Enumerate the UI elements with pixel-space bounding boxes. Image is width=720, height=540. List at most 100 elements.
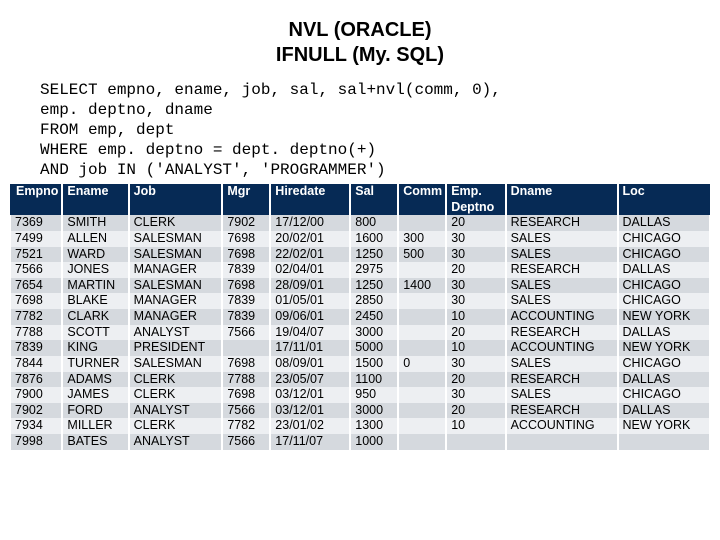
cell-sal: 3000 [350, 403, 398, 419]
cell-deptno: 10 [446, 309, 505, 325]
table-row: 7698BLAKEMANAGER783901/05/01285030SALESC… [11, 293, 709, 309]
cell-mgr: 7788 [222, 372, 270, 388]
cell-hiredate: 19/04/07 [270, 325, 350, 341]
cell-mgr: 7782 [222, 418, 270, 434]
cell-mgr: 7698 [222, 387, 270, 403]
cell-comm: 1400 [398, 278, 446, 294]
cell-mgr: 7839 [222, 262, 270, 278]
cell-sal: 2850 [350, 293, 398, 309]
cell-sal: 950 [350, 387, 398, 403]
cell-deptno: 20 [446, 262, 505, 278]
cell-dname: RESEARCH [506, 262, 618, 278]
cell-mgr: 7698 [222, 247, 270, 263]
cell-job: PRESIDENT [129, 340, 223, 356]
cell-comm [398, 215, 446, 231]
cell-dname: SALES [506, 247, 618, 263]
cell-ename: SCOTT [62, 325, 128, 341]
cell-dname: ACCOUNTING [506, 309, 618, 325]
cell-loc [618, 434, 709, 450]
cell-ename: ADAMS [62, 372, 128, 388]
cell-loc: CHICAGO [618, 247, 709, 263]
cell-sal: 3000 [350, 325, 398, 341]
cell-hiredate: 03/12/01 [270, 387, 350, 403]
cell-ename: MARTIN [62, 278, 128, 294]
slide-title: NVL (ORACLE) IFNULL (My. SQL) [0, 0, 720, 76]
table-row: 7499ALLENSALESMAN769820/02/01160030030SA… [11, 231, 709, 247]
col-dname: Dname [506, 184, 618, 215]
cell-loc: CHICAGO [618, 278, 709, 294]
table-header: Empno Ename Job Mgr Hiredate Sal Comm Em… [11, 184, 709, 215]
cell-sal: 1000 [350, 434, 398, 450]
cell-dname: RESEARCH [506, 215, 618, 231]
cell-job: MANAGER [129, 262, 223, 278]
cell-mgr: 7839 [222, 309, 270, 325]
cell-job: CLERK [129, 215, 223, 231]
cell-loc: DALLAS [618, 372, 709, 388]
cell-dname: RESEARCH [506, 325, 618, 341]
col-deptno: Emp. Deptno [446, 184, 505, 215]
cell-dname: SALES [506, 356, 618, 372]
cell-dname: SALES [506, 231, 618, 247]
cell-comm [398, 309, 446, 325]
cell-job: MANAGER [129, 309, 223, 325]
cell-comm [398, 293, 446, 309]
cell-loc: DALLAS [618, 215, 709, 231]
cell-hiredate: 08/09/01 [270, 356, 350, 372]
cell-hiredate: 17/11/07 [270, 434, 350, 450]
table-row: 7782CLARKMANAGER783909/06/01245010ACCOUN… [11, 309, 709, 325]
cell-deptno: 30 [446, 387, 505, 403]
table-row: 7788SCOTTANALYST756619/04/07300020RESEAR… [11, 325, 709, 341]
cell-ename: ALLEN [62, 231, 128, 247]
cell-loc: CHICAGO [618, 293, 709, 309]
table-row: 7521WARDSALESMAN769822/02/01125050030SAL… [11, 247, 709, 263]
cell-comm [398, 325, 446, 341]
cell-hiredate: 22/02/01 [270, 247, 350, 263]
cell-deptno: 20 [446, 215, 505, 231]
table-row: 7900JAMESCLERK769803/12/0195030SALESCHIC… [11, 387, 709, 403]
cell-mgr [222, 340, 270, 356]
cell-deptno: 20 [446, 372, 505, 388]
cell-mgr: 7698 [222, 278, 270, 294]
cell-job: CLERK [129, 372, 223, 388]
cell-comm: 0 [398, 356, 446, 372]
cell-mgr: 7566 [222, 403, 270, 419]
table-body: 7369SMITHCLERK790217/12/0080020RESEARCHD… [11, 215, 709, 449]
col-empno: Empno [11, 184, 62, 215]
title-line-2: IFNULL (My. SQL) [0, 43, 720, 68]
cell-loc: NEW YORK [618, 418, 709, 434]
table-row: 7654MARTINSALESMAN769828/09/011250140030… [11, 278, 709, 294]
cell-comm [398, 340, 446, 356]
col-hiredate: Hiredate [270, 184, 350, 215]
cell-sal: 1300 [350, 418, 398, 434]
cell-empno: 7566 [11, 262, 62, 278]
cell-comm [398, 262, 446, 278]
cell-sal: 2975 [350, 262, 398, 278]
cell-comm: 500 [398, 247, 446, 263]
table-row: 7998BATESANALYST756617/11/071000 [11, 434, 709, 450]
cell-sal: 1250 [350, 247, 398, 263]
cell-hiredate: 02/04/01 [270, 262, 350, 278]
cell-empno: 7902 [11, 403, 62, 419]
cell-hiredate: 01/05/01 [270, 293, 350, 309]
cell-dname: RESEARCH [506, 372, 618, 388]
table-row: 7566JONESMANAGER783902/04/01297520RESEAR… [11, 262, 709, 278]
cell-empno: 7654 [11, 278, 62, 294]
cell-ename: CLARK [62, 309, 128, 325]
cell-sal: 5000 [350, 340, 398, 356]
cell-comm [398, 418, 446, 434]
cell-deptno: 30 [446, 293, 505, 309]
cell-deptno: 30 [446, 247, 505, 263]
cell-comm: 300 [398, 231, 446, 247]
cell-empno: 7782 [11, 309, 62, 325]
cell-job: ANALYST [129, 434, 223, 450]
cell-job: SALESMAN [129, 278, 223, 294]
cell-ename: JAMES [62, 387, 128, 403]
cell-sal: 2450 [350, 309, 398, 325]
sql-code-block: SELECT empno, ename, job, sal, sal+nvl(c… [0, 76, 720, 184]
cell-mgr: 7566 [222, 434, 270, 450]
cell-comm [398, 372, 446, 388]
cell-ename: SMITH [62, 215, 128, 231]
cell-sal: 1600 [350, 231, 398, 247]
cell-comm [398, 403, 446, 419]
cell-empno: 7876 [11, 372, 62, 388]
